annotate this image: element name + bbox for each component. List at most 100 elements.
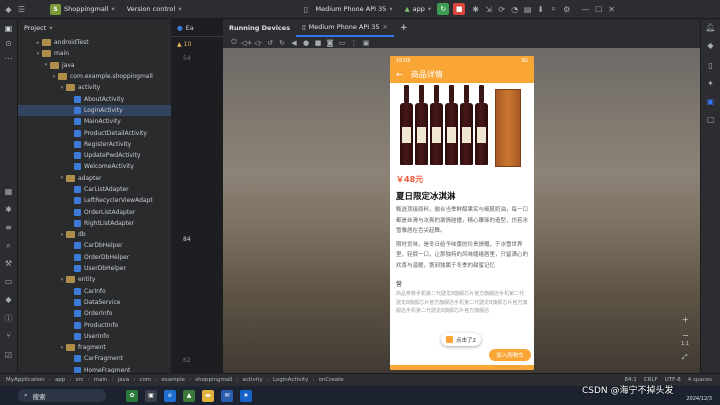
tree-item[interactable]: RegisterActivity (18, 139, 171, 150)
home-icon[interactable]: ● (301, 39, 311, 47)
project-selector[interactable]: S Shoppingmall ▾ (50, 3, 115, 15)
store-icon[interactable]: ★ (240, 389, 252, 402)
tree-item[interactable]: RightListAdapter (18, 218, 171, 229)
phone-screen[interactable]: 10:05 3G ← 商品详情 ￥48元 夏日限定冰淇淋 甄选顶级原料，融合当季… (390, 56, 534, 370)
tree-item[interactable]: MainActivity (18, 116, 171, 127)
tree-item[interactable]: ▾ activity (18, 82, 171, 93)
device-selector[interactable]: ▯ Medium Phone API 35 ▾ (299, 5, 393, 14)
tree-item[interactable]: ▸ androidTest (18, 37, 171, 48)
extended-controls-icon[interactable]: ⋮ (349, 39, 359, 47)
close-tab-icon[interactable]: ✕ (383, 23, 388, 31)
zoom-in-icon[interactable]: + (682, 315, 689, 324)
add-device-icon[interactable]: + (394, 19, 414, 37)
tree-item[interactable]: ProductInfo (18, 319, 171, 330)
tab-device[interactable]: ▯ Medium Phone API 35 ✕ (296, 19, 394, 37)
breadcrumb-item[interactable]: com (139, 377, 151, 383)
gemini-icon[interactable]: ✦ (704, 79, 717, 88)
chevron-icon[interactable]: ▾ (42, 62, 50, 68)
device-manager-icon[interactable]: ▤ (521, 5, 534, 14)
zoom-out-icon[interactable]: − (682, 331, 689, 340)
task-view-icon[interactable]: ▣ (145, 389, 157, 402)
tree-item[interactable]: CarFragment (18, 353, 171, 364)
code-editor[interactable]: ● Ea ▲ 10 54 84 62 (171, 19, 223, 373)
project-panel-header[interactable]: Project ▾ (18, 19, 171, 37)
widgets-icon[interactable]: ✿ (126, 389, 138, 402)
overview-icon[interactable]: ■ (313, 39, 323, 47)
profiler-icon[interactable]: ◔ (508, 5, 521, 14)
tree-item[interactable]: CarInfo (18, 286, 171, 297)
tree-item[interactable]: CarListAdapter (18, 184, 171, 195)
tree-item[interactable]: ▾ com.example.shoppingmall (18, 71, 171, 82)
rotate-right-icon[interactable]: ↻ (277, 39, 287, 47)
tree-item[interactable]: ▾ entity (18, 274, 171, 285)
project-tool-icon[interactable]: ▣ (2, 24, 15, 33)
chevron-icon[interactable]: ▾ (58, 232, 66, 238)
android-studio-icon[interactable]: ▲ (183, 389, 195, 402)
debug-icon[interactable]: ✱ (469, 5, 482, 14)
running-devices-tool-icon[interactable]: ▣ (704, 97, 717, 106)
logcat-icon[interactable]: ≡ (2, 223, 15, 232)
tree-item[interactable]: UserInfo (18, 331, 171, 342)
file-explorer-icon[interactable]: ▬ (202, 389, 214, 402)
chevron-icon[interactable]: ▾ (58, 175, 66, 181)
run-config-selector[interactable]: ▲ app ▾ (405, 5, 432, 13)
tree-item[interactable]: HomeFragment (18, 365, 171, 373)
chevron-icon[interactable]: ▾ (58, 85, 66, 91)
tree-item[interactable]: OrderDbHelper (18, 252, 171, 263)
close-window-icon[interactable]: ✕ (605, 5, 618, 14)
minimize-icon[interactable]: — (579, 5, 592, 14)
mail-icon[interactable]: ✉ (221, 389, 233, 402)
volume-up-icon[interactable]: ◁+ (241, 39, 252, 47)
tree-item[interactable]: ▾ java (18, 60, 171, 71)
warnings-indicator[interactable]: ▲ 10 (177, 41, 191, 48)
rotate-left-icon[interactable]: ↺ (265, 39, 275, 47)
commit-tool-icon[interactable]: ⊙ (2, 39, 15, 48)
main-menu-icon[interactable]: ☰ (15, 5, 28, 14)
rerun-button[interactable]: ↻ (437, 3, 450, 15)
volume-down-icon[interactable]: ◁- (253, 39, 263, 47)
search-icon[interactable]: ⌕ (547, 4, 560, 14)
screenshot-icon[interactable]: ◙ (325, 39, 335, 47)
settings-icon[interactable]: ⚙ (560, 5, 573, 14)
power-icon[interactable]: ⏻ (229, 38, 239, 47)
tree-item[interactable]: AboutActivity (18, 93, 171, 104)
tree-item[interactable]: WelcomeActivity (18, 161, 171, 172)
breadcrumb-item[interactable]: main (94, 377, 108, 383)
breadcrumb-item[interactable]: example (161, 377, 185, 383)
tree-item[interactable]: OrderInfo (18, 308, 171, 319)
terminal-icon[interactable]: ▭ (2, 277, 15, 286)
tree-item[interactable]: LeftRecyclerViewAdapt (18, 195, 171, 206)
fit-screen-icon[interactable]: ⤢ (682, 353, 688, 362)
zoom-actual-size[interactable]: 1:1 (681, 341, 689, 347)
tree-item[interactable]: LoginActivity (18, 104, 171, 117)
record-icon[interactable]: ▭ (337, 39, 347, 47)
chevron-icon[interactable]: ▾ (58, 345, 66, 351)
sdk-manager-icon[interactable]: ⬇ (534, 5, 547, 14)
build-tool-icon[interactable]: ⚒ (2, 259, 15, 268)
chevron-icon[interactable]: ▸ (34, 40, 42, 46)
tree-item[interactable]: ▾ main (18, 48, 171, 59)
sync-icon[interactable]: ⟳ (495, 5, 508, 14)
device-manager-tool-icon[interactable]: ▯ (704, 61, 717, 70)
debug-tool-icon[interactable]: ✱ (2, 205, 15, 214)
system-tray[interactable]: . 2024/12/3 (686, 389, 720, 403)
maximize-icon[interactable]: ☐ (592, 5, 605, 14)
attach-icon[interactable]: ⇲ (482, 5, 495, 14)
problems-icon[interactable]: ⓘ (2, 313, 15, 324)
edge-icon[interactable]: e (164, 389, 176, 402)
breadcrumb-item[interactable]: java (118, 377, 130, 383)
gradle-tool-icon[interactable]: ◆ (704, 41, 717, 50)
tree-item[interactable]: DataService (18, 297, 171, 308)
chevron-icon[interactable]: ▾ (50, 74, 58, 80)
breadcrumb-item[interactable]: src (76, 377, 84, 383)
editor-tab[interactable]: ● Ea (171, 19, 223, 37)
tree-item[interactable]: CarDbHelper (18, 240, 171, 251)
build-variants-icon[interactable]: ▦ (2, 187, 15, 196)
tree-item[interactable]: ▾ adapter (18, 173, 171, 184)
version-control-icon[interactable]: ⑂ (2, 331, 15, 340)
breadcrumb-item[interactable]: shoppingmall (195, 377, 232, 383)
breadcrumb-item[interactable]: LoginActivity (273, 377, 308, 383)
gradle-icon[interactable]: ◆ (2, 295, 15, 304)
tree-item[interactable]: UserDbHelper (18, 263, 171, 274)
tree-item[interactable]: ProductDetailActivity (18, 127, 171, 138)
